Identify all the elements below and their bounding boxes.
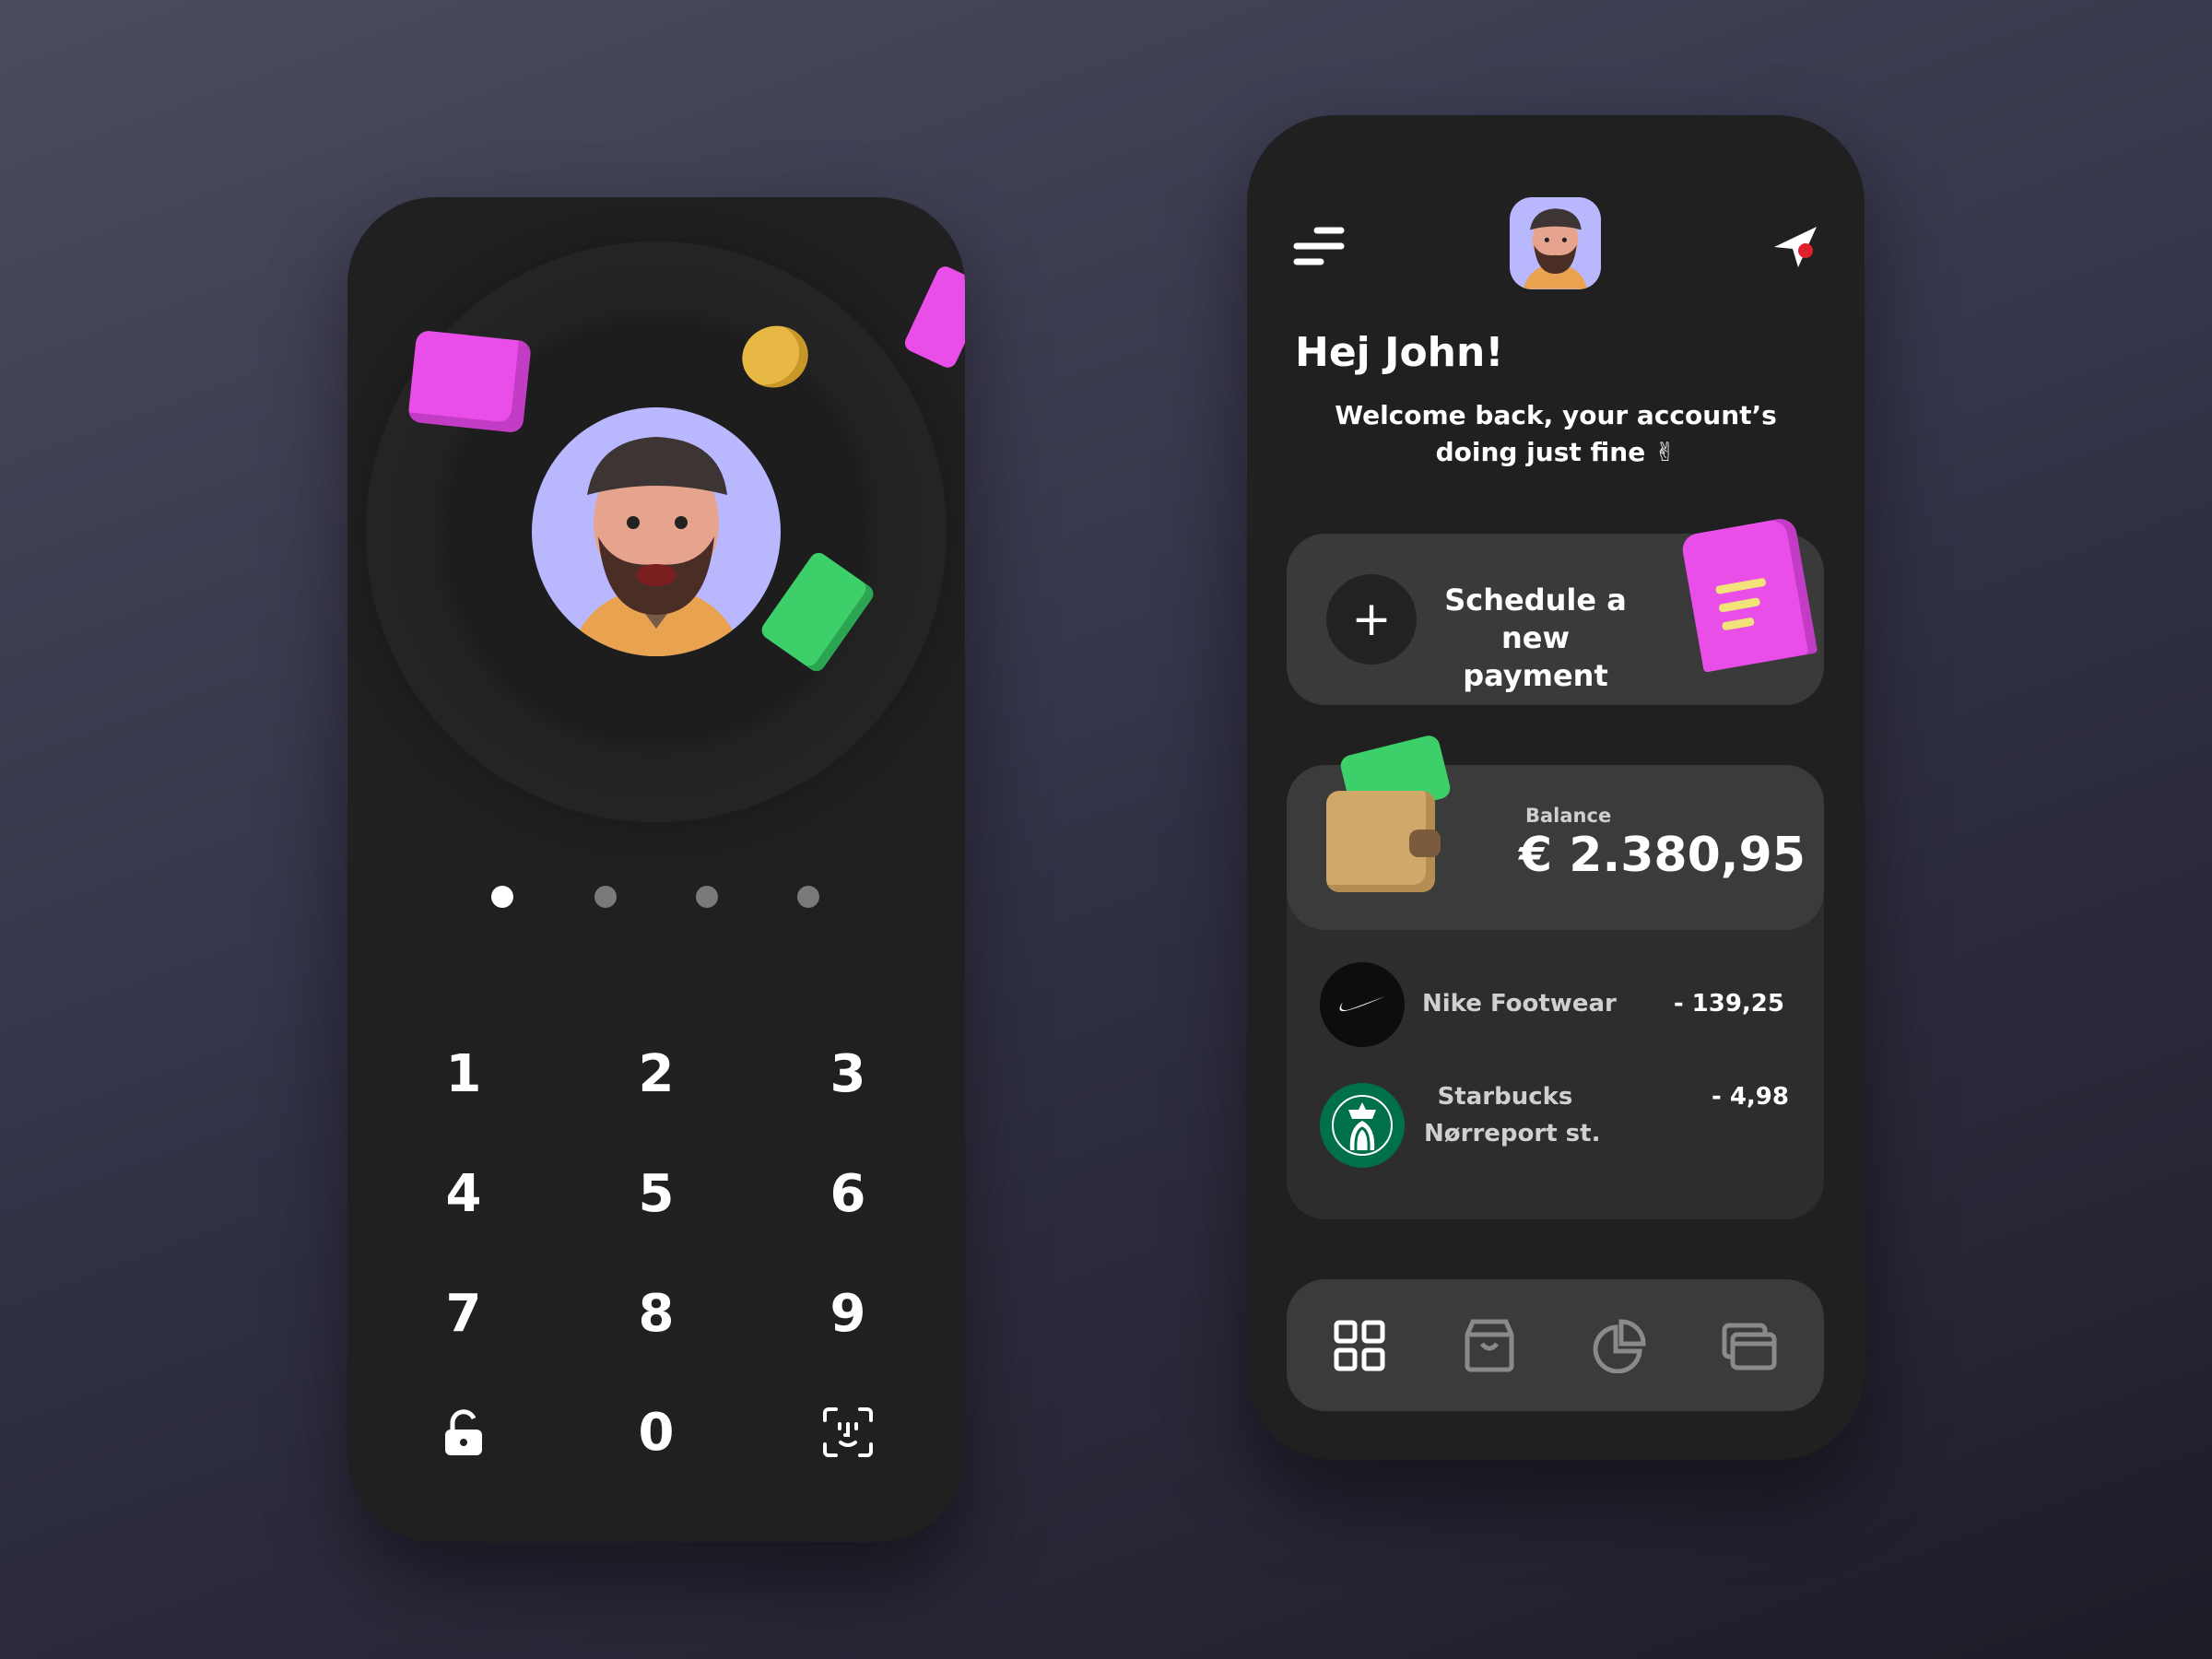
notification-dot xyxy=(1798,243,1813,258)
profile-avatar[interactable] xyxy=(1510,197,1601,289)
balance-value: € 2.380,95 xyxy=(1519,828,1806,883)
face-id-button[interactable] xyxy=(793,1386,903,1478)
add-button[interactable]: + xyxy=(1326,574,1417,665)
key-5[interactable]: 5 xyxy=(601,1147,712,1240)
pin-login-screen: 1 2 3 4 5 6 7 8 9 0 xyxy=(347,197,965,1542)
key-9[interactable]: 9 xyxy=(793,1267,903,1359)
merchant-name: Starbucks xyxy=(1437,1083,1573,1111)
pin-dot-filled xyxy=(491,886,513,908)
receipt-3d-icon xyxy=(1679,516,1818,673)
subtitle: Welcome back, your account’s doing just … xyxy=(1247,397,1865,471)
send-button[interactable] xyxy=(1771,223,1820,273)
bottom-nav xyxy=(1287,1279,1824,1411)
subtitle-line: doing just fine ✌ xyxy=(1435,437,1677,467)
transaction-amount: - 139,25 xyxy=(1673,990,1784,1018)
nike-logo xyxy=(1320,962,1405,1047)
transaction-row[interactable]: Nike Footwear - 139,25 xyxy=(1287,959,1824,1051)
unlock-icon xyxy=(445,1409,482,1455)
menu-icon[interactable] xyxy=(1293,226,1345,268)
plus-icon: + xyxy=(1351,592,1392,647)
key-2[interactable]: 2 xyxy=(601,1028,712,1120)
face-id-icon xyxy=(823,1407,873,1457)
balance-label: Balance xyxy=(1525,805,1612,827)
key-4[interactable]: 4 xyxy=(408,1147,519,1240)
greeting: Hej John! xyxy=(1295,329,1504,376)
transaction-row[interactable]: Starbucks Nørreport st. - 4,98 xyxy=(1287,1083,1824,1184)
schedule-label: Schedule a new payment xyxy=(1425,582,1646,695)
key-7[interactable]: 7 xyxy=(408,1267,519,1359)
transaction-amount: - 4,98 xyxy=(1712,1083,1789,1111)
cards-icon[interactable] xyxy=(1722,1318,1777,1373)
key-8[interactable]: 8 xyxy=(601,1267,712,1359)
subtitle-line: Welcome back, your account’s xyxy=(1335,400,1777,430)
pie-chart-icon[interactable] xyxy=(1592,1318,1647,1373)
key-6[interactable]: 6 xyxy=(793,1147,903,1240)
wallet-3d-icon xyxy=(1326,733,1455,897)
pin-dot xyxy=(797,886,819,908)
schedule-line: Schedule a xyxy=(1444,582,1627,618)
shopping-bag-icon[interactable] xyxy=(1462,1318,1517,1373)
starbucks-logo xyxy=(1320,1083,1405,1168)
grid-icon[interactable] xyxy=(1332,1318,1387,1373)
unlock-button[interactable] xyxy=(408,1386,519,1478)
pin-dot xyxy=(594,886,617,908)
key-3[interactable]: 3 xyxy=(793,1028,903,1120)
avatar xyxy=(532,407,781,656)
merchant-location: Nørreport st. xyxy=(1424,1120,1601,1147)
key-1[interactable]: 1 xyxy=(408,1028,519,1120)
pin-dot xyxy=(696,886,718,908)
safe-3d-icon xyxy=(407,329,532,434)
schedule-line: new payment xyxy=(1463,620,1608,693)
merchant-name: Nike Footwear xyxy=(1422,990,1617,1018)
home-screen: Hej John! Welcome back, your account’s d… xyxy=(1247,115,1865,1460)
discount-tag-icon xyxy=(901,264,965,371)
key-0[interactable]: 0 xyxy=(601,1386,712,1478)
paper-plane-icon xyxy=(1774,227,1817,267)
